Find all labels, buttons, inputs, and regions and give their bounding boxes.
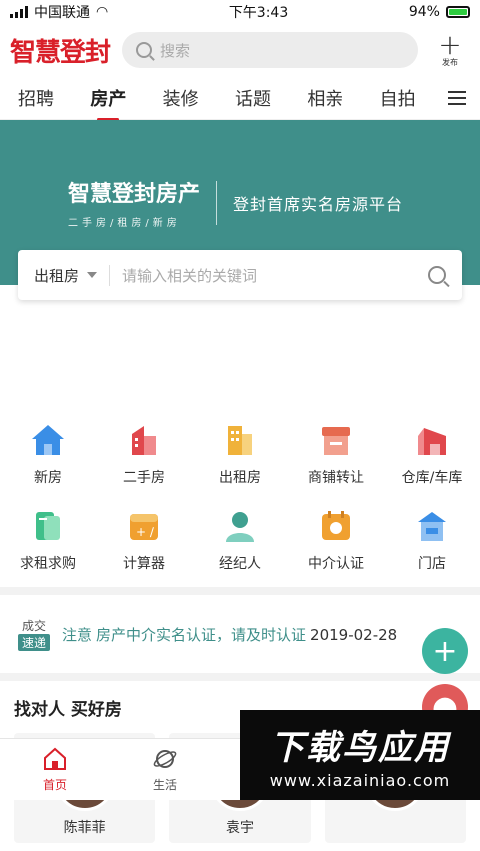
- notice-highlight: 注意: [62, 625, 93, 644]
- notice-message: 房产中介实名认证，请及时认证: [96, 625, 307, 644]
- watermark-title: 下载鸟应用: [270, 728, 450, 768]
- warehouse-icon: [413, 421, 451, 459]
- certificate-icon: [317, 507, 355, 545]
- grid-label: 求租求购: [20, 556, 76, 572]
- apartment-icon: [221, 421, 259, 459]
- search-input[interactable]: 搜索: [122, 32, 418, 68]
- grid-label: 商铺转让: [308, 470, 364, 486]
- grid-label: 仓库/车库: [401, 470, 463, 486]
- watermark-url: www.xiazainiao.com: [269, 771, 451, 790]
- grid-item-new-house[interactable]: 新房: [0, 421, 96, 487]
- property-search-card: 出租房 请输入相关的关键词: [18, 250, 462, 300]
- deal-badge: 成交 速递: [18, 617, 51, 651]
- property-type-select[interactable]: 出租房: [34, 264, 111, 286]
- grid-item-certification[interactable]: 中介认证: [288, 507, 384, 573]
- grid-item-warehouse[interactable]: 仓库/车库: [384, 421, 480, 487]
- battery-percent: 94%: [408, 4, 440, 20]
- badge-top: 成交: [22, 619, 47, 633]
- search-icon[interactable]: [428, 266, 446, 284]
- tabbar-label: 首页: [42, 778, 67, 792]
- tab-zipai[interactable]: 自拍: [376, 77, 420, 119]
- menu-icon[interactable]: [447, 90, 466, 105]
- tab-huati[interactable]: 话题: [231, 77, 275, 119]
- agents-title: 找对人 买好房: [14, 699, 122, 720]
- agent-icon: [221, 507, 259, 545]
- home-icon: [44, 747, 66, 770]
- card-icon: [29, 507, 67, 545]
- notice-date: 2019-02-28: [310, 625, 398, 644]
- watermark: 下载鸟应用 www.xiazainiao.com: [240, 710, 480, 800]
- app-logo[interactable]: 智慧登封: [10, 32, 111, 69]
- grid-label: 计算器: [123, 556, 165, 572]
- tabbar-label: 生活: [152, 778, 177, 792]
- category-grid-section: 新房 二手房 出租房 商铺转让 仓库/车库 求租求购 + ∕ 计算器 经纪人 中…: [0, 285, 480, 587]
- publish-label: 发布: [442, 57, 458, 67]
- grid-item-wanted[interactable]: 求租求购: [0, 507, 96, 573]
- clock: 下午3:43: [228, 5, 289, 21]
- publish-button[interactable]: + 发布: [430, 27, 470, 68]
- wifi-icon: ◠: [96, 4, 109, 20]
- calculator-icon: + ∕: [125, 507, 163, 545]
- signal-icon: [10, 6, 28, 18]
- notice-text: 注意 房产中介实名认证，请及时认证 2019-02-28: [62, 624, 397, 645]
- grid-label: 中介认证: [308, 556, 364, 572]
- grid-label: 门店: [418, 556, 446, 572]
- status-bar: 中国联通 ◠ 下午3:43 94%: [0, 0, 480, 24]
- grid-item-agent[interactable]: 经纪人: [192, 507, 288, 573]
- agent-name: 袁宇: [225, 820, 254, 836]
- tabbar-home[interactable]: 首页: [0, 739, 110, 800]
- tab-zhuangxiu[interactable]: 装修: [159, 77, 203, 119]
- grid-label: 出租房: [219, 470, 261, 486]
- banner-title: 智慧登封房产: [68, 182, 201, 207]
- search-placeholder: 搜索: [160, 41, 191, 60]
- grid-item-shop-transfer[interactable]: 商铺转让: [288, 421, 384, 487]
- carrier-label: 中国联通: [34, 5, 90, 21]
- badge-bottom: 速递: [18, 634, 51, 651]
- chevron-down-icon: [87, 272, 98, 278]
- tabbar-life[interactable]: 生活: [110, 739, 220, 800]
- grid-label: 二手房: [123, 470, 165, 486]
- tab-zhaopin[interactable]: 招聘: [14, 77, 58, 119]
- grid-item-rental[interactable]: 出租房: [192, 421, 288, 487]
- banner-divider: [216, 180, 218, 225]
- news-ticker[interactable]: 成交 速递 注意 房产中介实名认证，请及时认证 2019-02-28: [0, 595, 480, 673]
- category-tabs: 招聘 房产 装修 话题 相亲 自拍: [0, 76, 480, 120]
- tab-fangchan[interactable]: 房产: [86, 77, 130, 119]
- planet-icon: [153, 750, 177, 768]
- grid-label: 新房: [34, 470, 62, 486]
- tab-xiangqin[interactable]: 相亲: [303, 77, 347, 119]
- banner-slogan: 登封首席实名房源平台: [233, 194, 404, 214]
- store-icon: [413, 507, 451, 545]
- grid-item-calculator[interactable]: + ∕ 计算器: [96, 507, 192, 573]
- keyword-input[interactable]: 请输入相关的关键词: [110, 265, 428, 286]
- battery-icon: [445, 6, 470, 18]
- grid-item-store[interactable]: 门店: [384, 507, 480, 573]
- property-type-label: 出租房: [34, 266, 80, 285]
- plus-icon: +: [432, 633, 458, 669]
- search-icon: [136, 42, 153, 58]
- agent-name: 陈菲菲: [63, 820, 106, 836]
- house-icon: [29, 421, 67, 459]
- svg-text:+ ∕: + ∕: [136, 525, 155, 539]
- grid-label: 经纪人: [219, 556, 261, 572]
- plus-icon: +: [438, 27, 462, 61]
- banner-subtitle: 二手房/租房/新房: [68, 218, 181, 229]
- add-floating-button[interactable]: +: [422, 628, 468, 674]
- building-icon: [125, 421, 163, 459]
- grid-item-second-hand[interactable]: 二手房: [96, 421, 192, 487]
- app-header: 智慧登封 搜索 + 发布: [0, 24, 480, 76]
- category-grid: 新房 二手房 出租房 商铺转让 仓库/车库 求租求购 + ∕ 计算器 经纪人 中…: [0, 421, 480, 573]
- shop-icon: [317, 421, 355, 459]
